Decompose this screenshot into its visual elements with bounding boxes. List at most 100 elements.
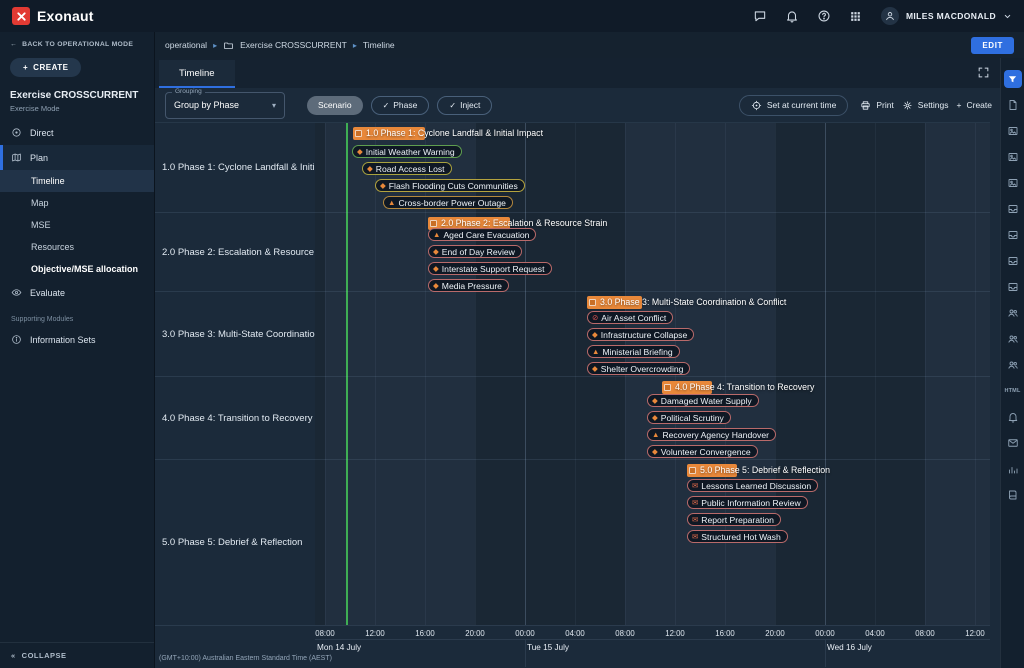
grouping-select[interactable]: Grouping Group by Phase ▾ <box>165 92 285 119</box>
sidebar-item-map[interactable]: Map <box>0 192 154 214</box>
collapse-sidebar-button[interactable]: « COLLAPSE <box>0 642 154 668</box>
inject-chip[interactable]: ◆ Interstate Support Request <box>428 262 552 275</box>
inject-label: Air Asset Conflict <box>601 313 666 323</box>
image-icon[interactable] <box>1001 170 1024 196</box>
apps-grid-button[interactable] <box>849 8 865 24</box>
sidebar-item-plan[interactable]: Plan <box>0 145 154 170</box>
inject-chip[interactable]: ▲ Recovery Agency Handover <box>647 428 776 441</box>
info-icon <box>11 334 22 345</box>
exercise-name: Exercise CROSSCURRENT <box>10 90 144 101</box>
check-icon: ✓ <box>449 101 456 110</box>
tray-icon[interactable] <box>1001 196 1024 222</box>
diamond-icon: ◆ <box>592 365 598 373</box>
inject-chip[interactable]: ◆ Initial Weather Warning <box>352 145 462 158</box>
book-icon[interactable] <box>1001 482 1024 508</box>
inject-chip[interactable]: ⊘ Air Asset Conflict <box>587 311 673 324</box>
users-icon[interactable] <box>1001 326 1024 352</box>
users-icon[interactable] <box>1001 352 1024 378</box>
printer-icon <box>860 100 871 111</box>
inject-chip[interactable]: ◆ Shelter Overcrowding <box>587 362 690 375</box>
inject-chip[interactable]: ◆ Volunteer Convergence <box>647 445 758 458</box>
breadcrumb-operational[interactable]: operational <box>165 40 207 50</box>
phase-bar-label: 1.0 Phase 1: Cyclone Landfall & Initial … <box>366 127 543 140</box>
image-icon[interactable] <box>1001 144 1024 170</box>
breadcrumb: operational ▸ Exercise CROSSCURRENT ▸ Ti… <box>165 40 395 51</box>
image-icon[interactable] <box>1001 118 1024 144</box>
grouping-label: Grouping <box>172 88 205 95</box>
tab-timeline[interactable]: Timeline <box>159 60 235 88</box>
map-icon <box>11 152 22 163</box>
inject-chip[interactable]: ◆ Media Pressure <box>428 279 509 292</box>
folder-icon <box>223 40 234 51</box>
diamond-icon: ◆ <box>380 182 386 190</box>
timeline-row: 4.0 Phase 4: Transition to Recovery 4.0 … <box>155 377 990 460</box>
sidebar-item-mse[interactable]: MSE <box>0 214 154 236</box>
breadcrumb-exercise[interactable]: Exercise CROSSCURRENT <box>240 40 347 50</box>
inject-chip[interactable]: ▲ Aged Care Evacuation <box>428 228 536 241</box>
sidebar-item-direct[interactable]: Direct <box>0 120 154 145</box>
inject-chip[interactable]: ✉ Lessons Learned Discussion <box>687 479 818 492</box>
button-label: Create <box>966 100 992 110</box>
sidebar-item-evaluate[interactable]: Evaluate <box>0 280 154 305</box>
sidebar-item-timeline[interactable]: Timeline <box>0 170 154 192</box>
fullscreen-icon[interactable] <box>977 66 990 79</box>
inject-chip[interactable]: ◆ Road Access Lost <box>362 162 452 175</box>
bell-button[interactable] <box>785 8 801 24</box>
day-separator <box>525 640 526 667</box>
inject-chip[interactable]: ◆ Damaged Water Supply <box>647 394 759 407</box>
tick-label: 08:00 <box>910 629 940 638</box>
inject-chip[interactable]: ▲ Ministerial Briefing <box>587 345 680 358</box>
inject-chip[interactable]: ✉ Report Preparation <box>687 513 781 526</box>
sidebar-item-information-sets[interactable]: Information Sets <box>0 327 154 352</box>
time-axis-days: Mon 14 July Tue 15 July Wed 16 July <box>315 639 990 652</box>
exercise-mode: Exercise Mode <box>10 104 144 113</box>
filter-chip-scenario[interactable]: Scenario <box>307 96 363 115</box>
tray-icon[interactable] <box>1001 248 1024 274</box>
html-icon[interactable]: HTML <box>1001 378 1024 404</box>
create-timeline-item-button[interactable]: + Create <box>957 100 992 110</box>
sidebar-item-resources[interactable]: Resources <box>0 236 154 258</box>
user-menu[interactable]: MILES MACDONALD <box>881 7 1012 25</box>
back-label: BACK TO OPERATIONAL MODE <box>22 41 133 48</box>
bell-icon[interactable] <box>1001 404 1024 430</box>
back-to-operational-button[interactable]: ← BACK TO OPERATIONAL MODE <box>0 32 143 51</box>
tray-icon[interactable] <box>1001 222 1024 248</box>
filter-chip-phase[interactable]: ✓ Phase <box>371 96 430 115</box>
tick-label: 20:00 <box>460 629 490 638</box>
chat-button[interactable] <box>753 8 769 24</box>
day-label: Tue 15 July <box>527 643 569 652</box>
phase-bar-label: 4.0 Phase 4: Transition to Recovery <box>675 381 814 394</box>
print-button[interactable]: Print <box>860 100 893 111</box>
create-button[interactable]: + CREATE <box>10 58 81 77</box>
inject-chip[interactable]: ✉ Structured Hot Wash <box>687 530 788 543</box>
inject-label: Shelter Overcrowding <box>601 364 684 374</box>
inject-chip[interactable]: ◆ Infrastructure Collapse <box>587 328 694 341</box>
inject-label: Volunteer Convergence <box>661 447 751 457</box>
main-area: operational ▸ Exercise CROSSCURRENT ▸ Ti… <box>155 32 1024 668</box>
topbar: Exonaut MILES MACDONALD <box>0 0 1024 32</box>
chart-icon[interactable] <box>1001 456 1024 482</box>
sidebar-item-objective-mse-allocation[interactable]: Objective/MSE allocation <box>0 258 154 280</box>
inject-chip[interactable]: ◆ End of Day Review <box>428 245 522 258</box>
mail-icon: ✉ <box>692 499 698 507</box>
inject-chip[interactable]: ✉ Public Information Review <box>687 496 808 509</box>
tick-label: 12:00 <box>660 629 690 638</box>
set-at-current-time-button[interactable]: Set at current time <box>739 95 848 116</box>
row-track: 4.0 Phase 4: Transition to Recovery ◆ Da… <box>315 377 990 459</box>
users-icon[interactable] <box>1001 300 1024 326</box>
settings-button[interactable]: Settings <box>902 100 949 111</box>
inject-chip[interactable]: ◆ Political Scrutiny <box>647 411 731 424</box>
inject-chip[interactable]: ▲ Cross-border Power Outage <box>383 196 513 209</box>
document-icon[interactable] <box>1001 92 1024 118</box>
breadcrumb-timeline[interactable]: Timeline <box>363 40 395 50</box>
mail-icon[interactable] <box>1001 430 1024 456</box>
inject-chip[interactable]: ◆ Flash Flooding Cuts Communities <box>375 179 525 192</box>
tray-icon[interactable] <box>1001 274 1024 300</box>
filter-chip-inject[interactable]: ✓ Inject <box>437 96 492 115</box>
filter-icon[interactable] <box>1001 66 1024 92</box>
eye-icon <box>11 287 22 298</box>
diamond-icon: ◆ <box>652 414 658 422</box>
edit-button[interactable]: EDIT <box>971 37 1014 54</box>
button-label: Print <box>876 100 893 110</box>
help-button[interactable] <box>817 8 833 24</box>
